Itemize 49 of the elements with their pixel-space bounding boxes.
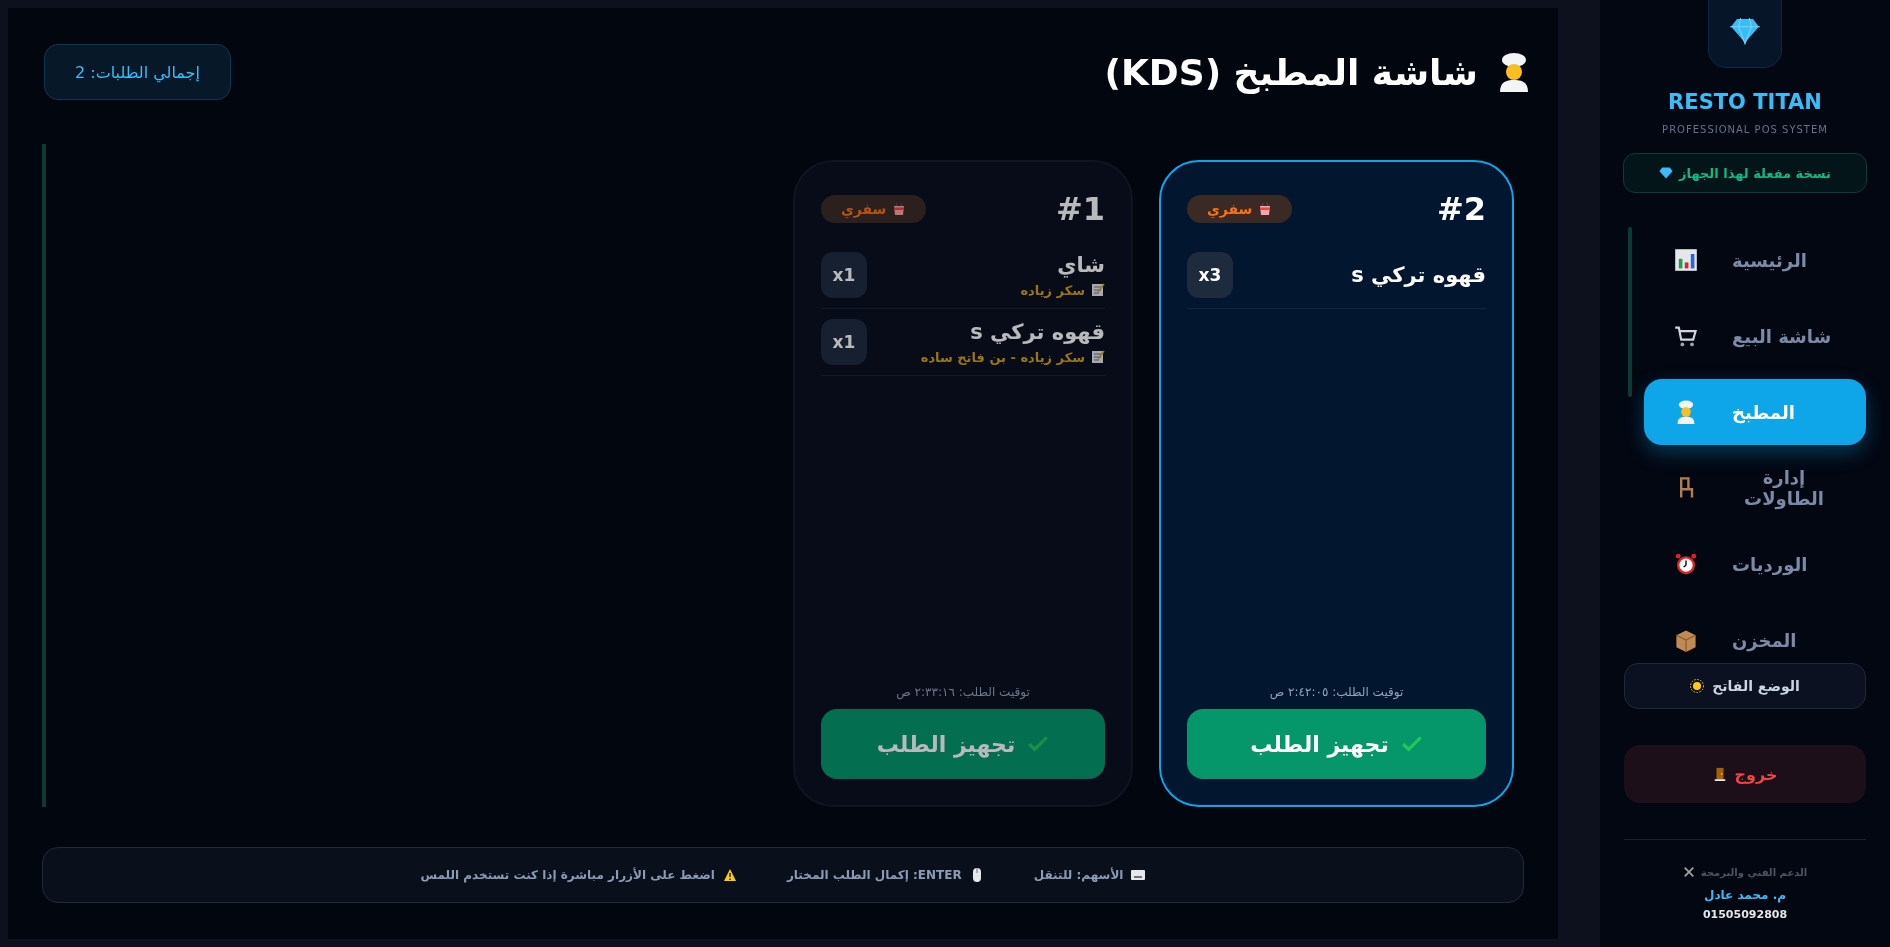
item-note: سكر زياده - بن فاتح ساده: [920, 349, 1085, 365]
support-label: الدعم الفني والبرمجة: [1700, 866, 1808, 878]
sun-icon: [1690, 679, 1705, 693]
check-icon: [1027, 733, 1050, 755]
order-time: توقيت الطلب: ٢:٣٣:١٦ ص: [895, 685, 1031, 699]
quantity-badge: x1: [821, 252, 867, 298]
shortcut-hint: الأسهم: للتنقل: [1033, 868, 1124, 882]
brand-subtitle: PROFESSIONAL POS SYSTEM: [1662, 124, 1828, 135]
order-type: سفري: [1207, 201, 1253, 217]
bar-chart-icon: [1674, 248, 1698, 272]
order-number: #2: [1436, 190, 1486, 228]
diamond-icon: [1659, 166, 1673, 180]
item-name: قهوه تركي s: [1351, 263, 1486, 287]
phone-number: 01505092808: [1702, 908, 1788, 921]
cart-icon: [1674, 324, 1698, 348]
logout-button[interactable]: خروج: [1624, 745, 1866, 803]
item-name: قهوه تركي s: [969, 319, 1105, 344]
quantity-badge: x3: [1187, 252, 1233, 298]
memo-icon: [1091, 350, 1105, 364]
takeout-box-icon: [1258, 202, 1273, 216]
quantity-badge: x1: [821, 319, 867, 365]
total-orders-badge: إجمالي الطلبات: 2: [44, 44, 231, 100]
box-icon: [1674, 628, 1698, 652]
brand-name: RESTO TITAN: [1668, 90, 1822, 114]
nav-item[interactable]: الرئيسية: [1644, 227, 1866, 293]
alarm-clock-icon: [1674, 552, 1698, 576]
light-mode-button[interactable]: الوضع الفاتح: [1624, 663, 1866, 709]
order-number: #1: [1055, 190, 1105, 228]
item-note: سكر زياده: [1020, 282, 1085, 298]
nav-item[interactable]: شاشة البيع: [1644, 303, 1866, 369]
order-time: توقيت الطلب: ٢:٤٢:٠٥ ص: [1268, 685, 1405, 699]
item-name: شاي: [1056, 252, 1105, 277]
warning-icon: [722, 868, 737, 882]
order-type: سفري: [841, 201, 887, 217]
nav-item[interactable]: إدارة الطاولات: [1644, 455, 1866, 521]
developer-name: م. محمد عادل: [1704, 888, 1787, 902]
takeout-box-icon: [892, 202, 907, 216]
page-title: شاشة المطبخ (KDS): [1104, 51, 1478, 93]
check-icon: [1400, 733, 1423, 755]
prepare-order-button[interactable]: تجهيز الطلب: [821, 709, 1105, 779]
nav-item[interactable]: الورديات: [1644, 531, 1866, 597]
keyboard-icon: [1131, 868, 1146, 882]
shortcut-hint: ENTER: إكمال الطلب المختار: [786, 868, 962, 882]
license-text: نسخة مفعلة لهذا الجهاز: [1679, 165, 1831, 181]
memo-icon: [1091, 283, 1105, 297]
prepare-order-button[interactable]: تجهيز الطلب: [1187, 709, 1486, 779]
diamond-icon: [1729, 17, 1761, 45]
door-icon: [1712, 767, 1727, 781]
shortcut-hint: اضغط على الأزرار مباشرة إذا كنت تستخدم اللمس: [420, 868, 715, 882]
